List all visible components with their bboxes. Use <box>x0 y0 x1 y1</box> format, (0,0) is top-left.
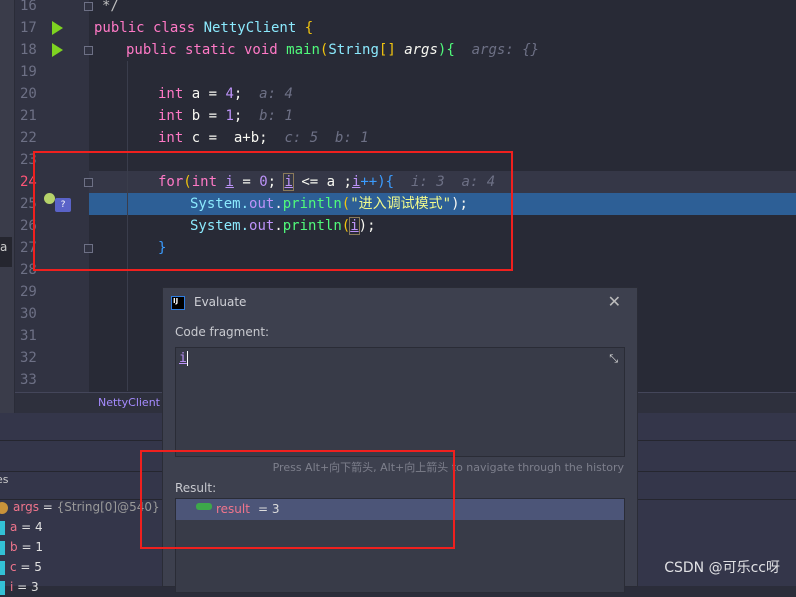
fold-icon[interactable] <box>84 46 93 55</box>
line-number[interactable]: 17 <box>20 17 50 39</box>
code-token: main <box>286 42 320 58</box>
line-number[interactable]: 30 <box>20 303 50 325</box>
annotation-box <box>33 151 513 271</box>
code-token: c = a+b; <box>191 130 268 146</box>
line-number[interactable]: 32 <box>20 347 50 369</box>
run-icon[interactable] <box>52 21 63 35</box>
code-token: public class <box>94 20 204 36</box>
code-token: [] <box>378 42 405 58</box>
code-token: ){ <box>437 42 455 58</box>
line-number[interactable]: 31 <box>20 325 50 347</box>
code-token: int <box>158 108 192 124</box>
dialog-title-bar[interactable]: IJ Evaluate ✕ <box>163 288 637 319</box>
run-icon[interactable] <box>52 43 63 57</box>
line-number[interactable]: 16 <box>20 0 50 17</box>
variable-row[interactable]: a = 4 <box>0 517 43 537</box>
left-tool-strip <box>0 0 15 413</box>
inline-debug-value: b: 1 <box>259 108 293 124</box>
code-token: b = <box>191 108 226 124</box>
code-token: int <box>158 86 192 102</box>
code-fragment-input[interactable]: i ⤡ <box>175 347 625 457</box>
intellij-logo-icon: IJ <box>171 296 185 310</box>
line-number[interactable]: 20 <box>20 83 50 105</box>
code-token: args <box>404 42 438 58</box>
variable-row[interactable]: c = 5 <box>0 557 42 577</box>
inline-debug-value: c: 5 b: 1 <box>284 130 369 146</box>
code-token: int <box>158 130 192 146</box>
breadcrumb-item[interactable]: NettyClient <box>98 396 160 409</box>
code-token: { <box>304 20 314 36</box>
code-token: a = <box>191 86 226 102</box>
code-token: 1 <box>225 108 234 124</box>
line-number[interactable]: 22 <box>20 127 50 149</box>
code-fragment-value: i <box>179 351 188 366</box>
line-number[interactable]: 18 <box>20 39 50 61</box>
variable-row[interactable]: i = 3 <box>0 577 39 597</box>
code-token: public static void <box>126 42 287 58</box>
code-token: 4 <box>225 86 234 102</box>
variable-row[interactable]: args = {String[0]@540} <box>0 497 160 517</box>
annotation-box <box>140 450 455 549</box>
code-fragment-label: Code fragment: <box>175 325 270 339</box>
strip-label: a <box>0 240 8 254</box>
line-number[interactable]: 19 <box>20 61 50 83</box>
line-number[interactable]: 29 <box>20 281 50 303</box>
fold-icon[interactable] <box>84 2 93 11</box>
inline-debug-value: a: 4 <box>259 86 293 102</box>
watermark: CSDN @可乐cc呀 <box>664 560 780 576</box>
inline-debug-value: args: {} <box>471 42 540 58</box>
collapse-icon[interactable]: ⤡ <box>609 352 618 366</box>
variables-header: es <box>0 473 9 486</box>
dialog-title: Evaluate <box>194 295 247 309</box>
line-number[interactable]: 21 <box>20 105 50 127</box>
close-icon[interactable]: ✕ <box>608 292 621 311</box>
code-token: String <box>328 42 379 58</box>
code-comment: */ <box>102 0 119 14</box>
code-token: NettyClient <box>203 20 305 36</box>
line-number[interactable]: 33 <box>20 369 50 391</box>
variable-row[interactable]: b = 1 <box>0 537 43 557</box>
